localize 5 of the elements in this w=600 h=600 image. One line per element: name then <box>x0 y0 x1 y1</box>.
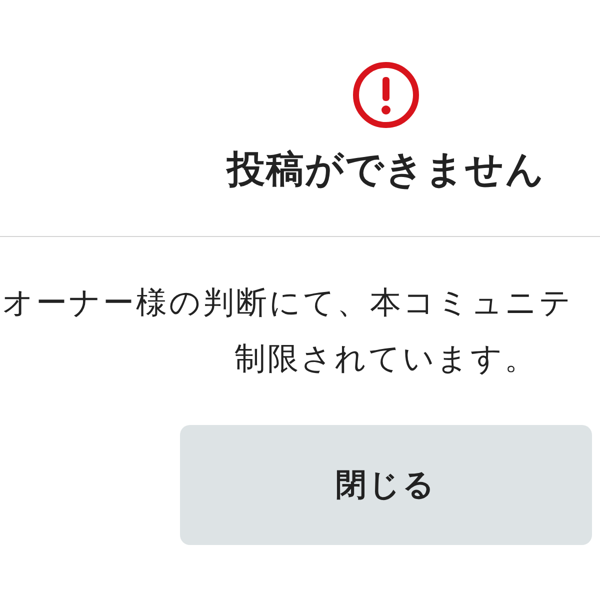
warning-icon <box>351 60 421 130</box>
dialog-title: 投稿ができません <box>227 146 545 193</box>
close-button[interactable]: 閉じる <box>180 425 592 545</box>
message-text: 制限されています。 <box>234 341 538 377</box>
message-text: オーナー様の判断にて、本コミュニテ <box>2 285 573 321</box>
